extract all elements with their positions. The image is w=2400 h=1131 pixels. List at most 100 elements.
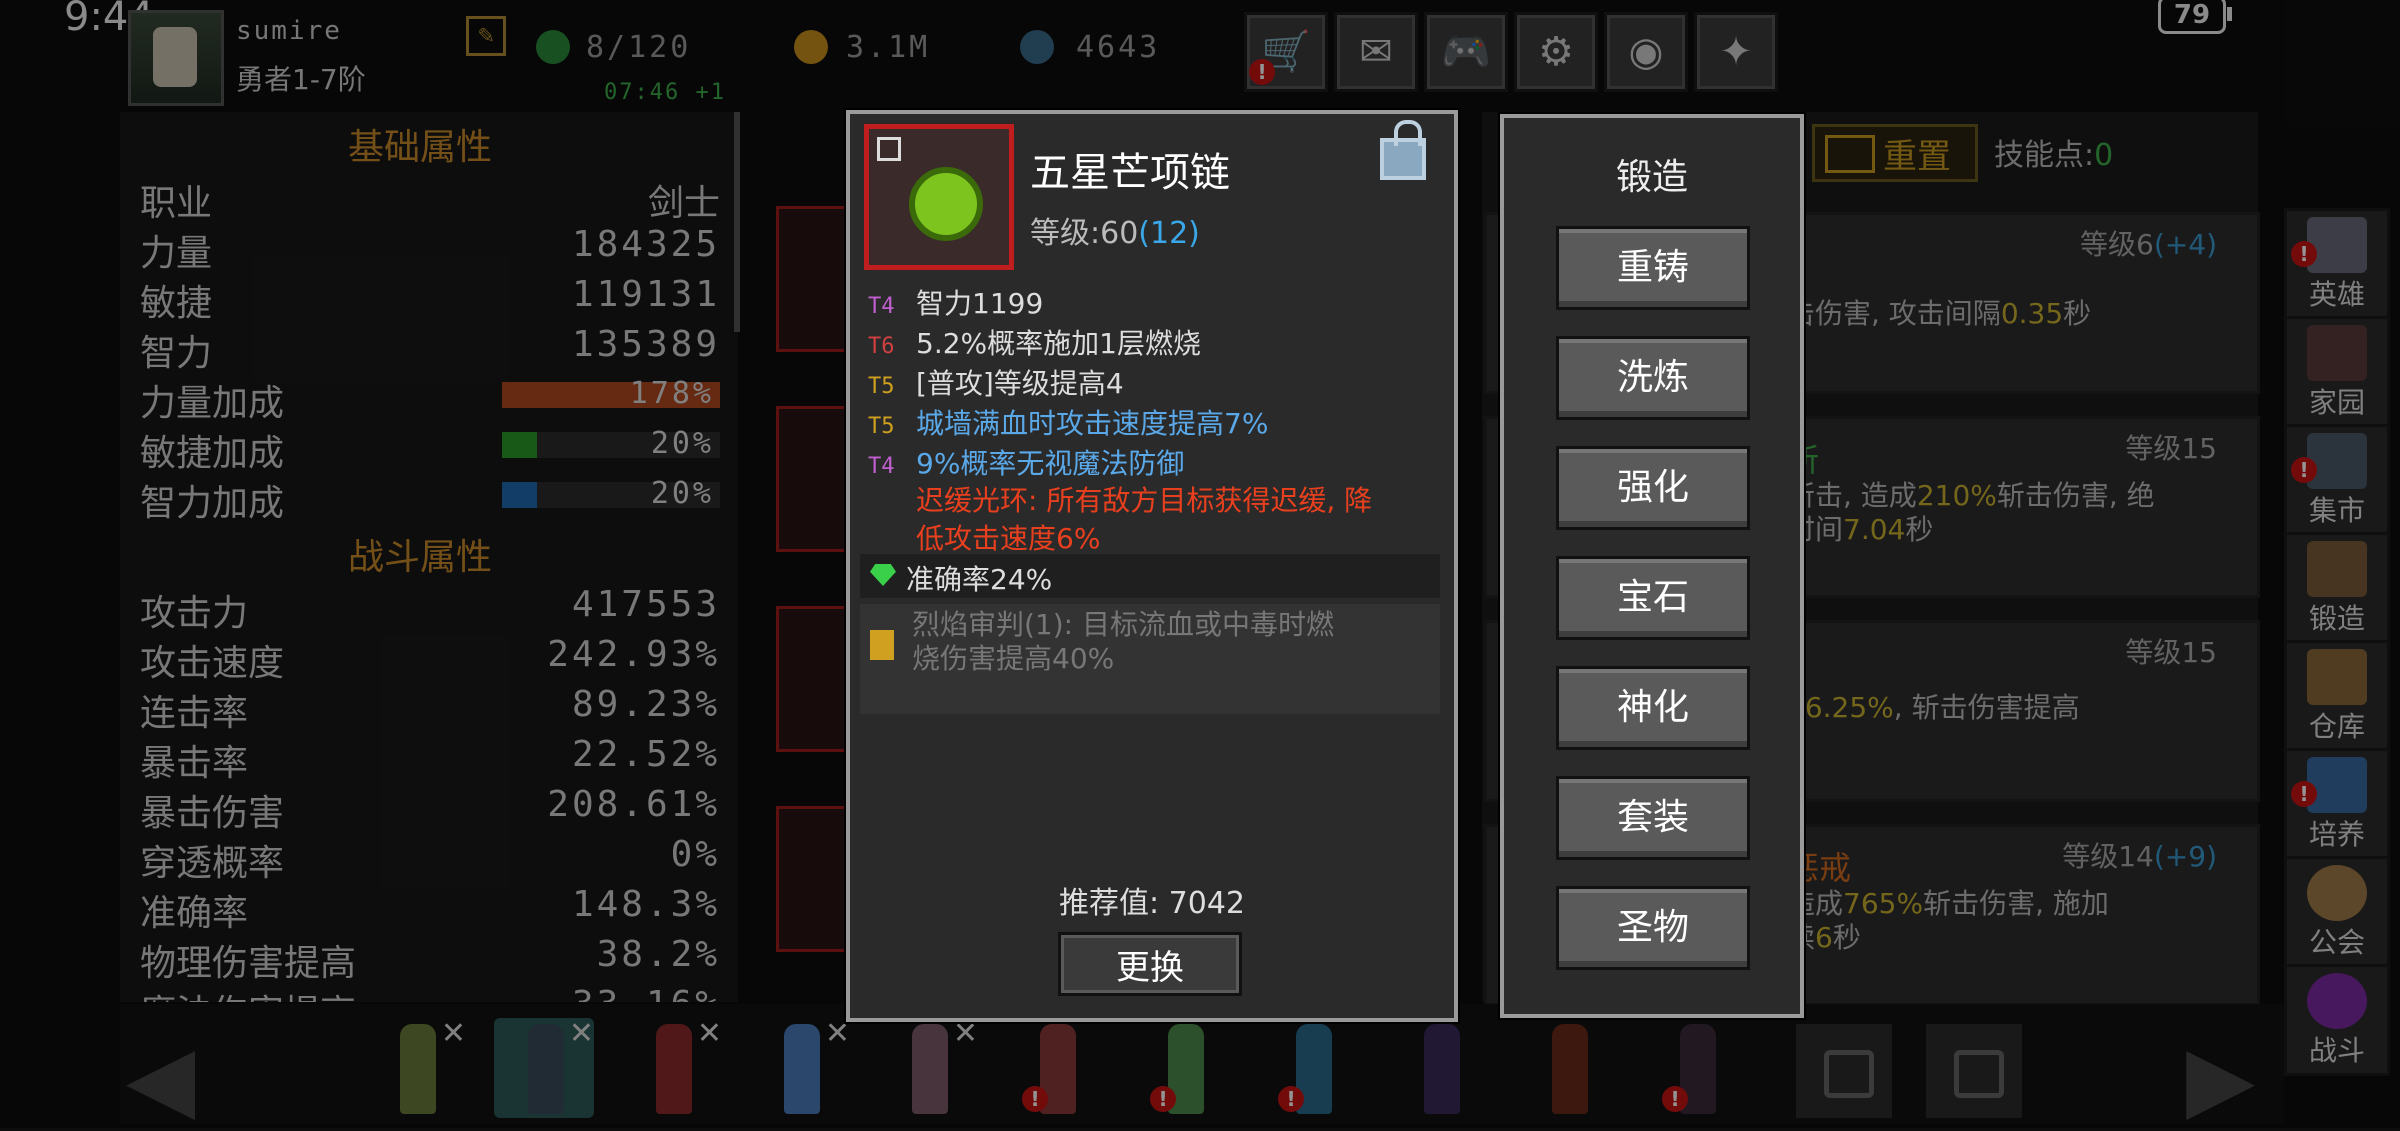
stat-label: 准确率 bbox=[140, 893, 249, 934]
nav-home[interactable]: 家园 bbox=[2284, 316, 2390, 428]
reset-skills-button[interactable]: 重置 bbox=[1812, 124, 1978, 182]
stat-row: 准确率 148.3% bbox=[140, 884, 720, 934]
hero-red-mage[interactable]: ✕ bbox=[626, 1016, 722, 1120]
affix-text: [普攻]等级提高4 bbox=[916, 367, 1124, 400]
bonus-label: 敏捷加成 bbox=[140, 433, 285, 474]
stat-row: 暴击伤害 208.61% bbox=[140, 784, 720, 834]
firework-icon[interactable]: ✦ bbox=[1694, 12, 1778, 92]
next-page-arrow-icon[interactable]: ▶ bbox=[2186, 1026, 2255, 1131]
nav-warehouse[interactable]: 仓库 bbox=[2284, 640, 2390, 752]
remove-hero-icon[interactable]: ✕ bbox=[697, 1016, 722, 1051]
prev-page-arrow-icon[interactable]: ◀ bbox=[126, 1026, 195, 1131]
stat-label: 暴击伤害 bbox=[140, 793, 285, 834]
scroll-icon bbox=[870, 630, 894, 660]
bonus-label: 智力加成 bbox=[140, 483, 285, 524]
stat-value: 242.93% bbox=[547, 634, 720, 675]
locked-slot-icon[interactable] bbox=[1926, 1024, 2022, 1118]
nav-market[interactable]: 集市! bbox=[2284, 424, 2390, 536]
equipment-slot[interactable] bbox=[776, 406, 852, 552]
equipment-slot[interactable] bbox=[776, 806, 852, 952]
gem-button[interactable]: 宝石 bbox=[1556, 556, 1750, 640]
affix-tier: T4 bbox=[868, 294, 895, 319]
stats-scrollbar[interactable] bbox=[734, 112, 740, 332]
hero-archer[interactable]: ✕ bbox=[370, 1016, 466, 1120]
energy-value: 8/120 bbox=[586, 30, 692, 65]
stat-row: 物理伤害提高 38.2% bbox=[140, 934, 720, 984]
stat-label: 穿透概率 bbox=[140, 843, 285, 884]
hero-dark-mage[interactable] bbox=[1394, 1018, 1490, 1120]
unlock-icon[interactable] bbox=[1380, 120, 1426, 180]
affix-row: T5 [普攻]等级提高4 bbox=[868, 362, 1124, 402]
stat-label: 物理伤害提高 bbox=[140, 943, 357, 984]
recast-button[interactable]: 重铸 bbox=[1556, 226, 1750, 310]
gems-value: 4643 bbox=[1076, 30, 1161, 65]
stat-row: 力量 184325 bbox=[140, 224, 720, 274]
bonus-value: 178% bbox=[629, 376, 714, 411]
remove-hero-icon[interactable]: ✕ bbox=[441, 1016, 466, 1051]
skill-description: 击伤害, 攻击间隔0.35秒 bbox=[1787, 297, 2092, 330]
trophy-icon bbox=[2307, 757, 2367, 813]
replace-button[interactable]: 更换 bbox=[1058, 932, 1242, 996]
stat-row: 连击率 89.23% bbox=[140, 684, 720, 734]
shop-cart-icon[interactable]: 🛒! bbox=[1244, 12, 1328, 92]
player-avatar[interactable] bbox=[128, 10, 224, 106]
gamepad-icon[interactable]: 🎮 bbox=[1424, 12, 1508, 92]
hero-demon[interactable] bbox=[1522, 1018, 1618, 1120]
nav-hero[interactable]: 英雄! bbox=[2284, 208, 2390, 320]
equipment-slot[interactable] bbox=[776, 606, 852, 752]
skill-points-label: 技能点: bbox=[1994, 138, 2095, 173]
affix-text: 城墙满血时攻击速度提高7% bbox=[916, 407, 1269, 440]
market-stall-icon bbox=[2307, 433, 2367, 489]
hero-swordsman[interactable]: ✕ bbox=[498, 1016, 594, 1120]
nav-label: 公会 bbox=[2308, 926, 2365, 959]
stat-label: 暴击率 bbox=[140, 743, 249, 784]
mail-icon[interactable]: ✉ bbox=[1334, 12, 1418, 92]
nav-forge[interactable]: 锻造 bbox=[2284, 532, 2390, 644]
hero-dancer[interactable]: ✕ bbox=[882, 1016, 978, 1120]
enhance-button[interactable]: 强化 bbox=[1556, 446, 1750, 530]
set-button[interactable]: 套装 bbox=[1556, 776, 1750, 860]
castle-icon bbox=[2307, 325, 2367, 381]
skill-level: 等级15 bbox=[2125, 636, 2217, 669]
affix-tier: T6 bbox=[868, 334, 895, 359]
agility-bonus-bar: 20% bbox=[502, 426, 720, 461]
nav-cultivate[interactable]: 培养! bbox=[2284, 748, 2390, 860]
stats-panel[interactable]: 基础属性 职业 剑士 力量 184325 敏捷 119131 智力 135389 力量加… bbox=[120, 112, 738, 1002]
skill-description: 造成765%斩击伤害, 施加续6秒 bbox=[1787, 887, 2109, 954]
skill-level: 等级14(+9) bbox=[2062, 840, 2217, 873]
stat-value: 417553 bbox=[571, 584, 720, 625]
deify-button[interactable]: 神化 bbox=[1556, 666, 1750, 750]
bonus-row: 敏捷加成 20% bbox=[140, 424, 720, 474]
relic-button[interactable]: 圣物 bbox=[1556, 886, 1750, 970]
nav-battle[interactable]: 战斗 bbox=[2284, 964, 2390, 1076]
camera-aperture-icon[interactable]: ◉ bbox=[1604, 12, 1688, 92]
refine-button[interactable]: 洗炼 bbox=[1556, 336, 1750, 420]
hero-assassin[interactable]: ! bbox=[1650, 1018, 1746, 1120]
equipment-slot[interactable] bbox=[776, 206, 852, 352]
hero-spirit[interactable]: ! bbox=[1266, 1018, 1362, 1120]
energy-icon bbox=[536, 30, 570, 64]
locked-slot-icon[interactable] bbox=[1796, 1024, 1892, 1118]
stat-label: 智力 bbox=[140, 333, 213, 374]
reset-label: 重置 bbox=[1883, 137, 1951, 177]
skill-description: 26.25%, 斩击伤害提高 bbox=[1787, 691, 2080, 724]
skill-level: 等级15 bbox=[2125, 432, 2217, 465]
portal-icon bbox=[2307, 973, 2367, 1029]
hero-gunner[interactable]: ! bbox=[1010, 1018, 1106, 1120]
video-ad-icon bbox=[1825, 135, 1875, 173]
nav-guild[interactable]: 公会 bbox=[2284, 856, 2390, 968]
affix-row: T4 智力1199 bbox=[868, 282, 1043, 322]
remove-hero-icon[interactable]: ✕ bbox=[569, 1016, 594, 1051]
gear-icon[interactable]: ⚙ bbox=[1514, 12, 1598, 92]
stat-label: 攻击力 bbox=[140, 593, 249, 634]
hero-druid[interactable]: ! bbox=[1138, 1018, 1234, 1120]
hero-ice-mage[interactable]: ✕ bbox=[754, 1016, 850, 1120]
strength-bonus-bar: 178% bbox=[502, 376, 720, 411]
forge-title: 锻造 bbox=[1615, 157, 1688, 198]
stat-row: 攻击速度 242.93% bbox=[140, 634, 720, 684]
battery-indicator: 79 bbox=[2158, 0, 2232, 34]
skill-description: 斩击, 造成210%斩击伤害, 绝时间7.04秒 bbox=[1787, 479, 2155, 546]
nav-label: 锻造 bbox=[2308, 602, 2365, 635]
set-bonus-row: 烈焰审判(1): 目标流血或中毒时燃 烧伤害提高40% bbox=[860, 604, 1440, 714]
edit-name-icon[interactable]: ✎ bbox=[466, 16, 506, 56]
